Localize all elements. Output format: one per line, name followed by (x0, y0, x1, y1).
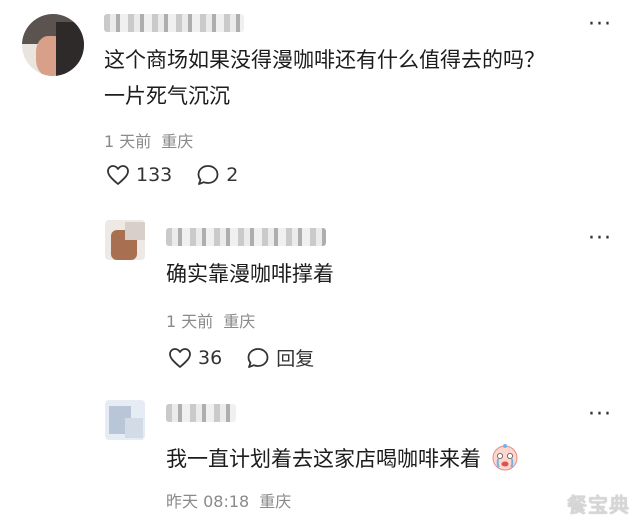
like-count: 36 (198, 346, 223, 369)
like-button[interactable]: 36 (168, 347, 222, 369)
comment-1: ··· 这个商场如果没得漫咖啡还有什么值得去的吗？ 一片死气沉沉 1 天前 重庆 … (0, 0, 640, 200)
username-blurred[interactable] (166, 228, 326, 246)
comment-2: ··· 确实靠漫咖啡撑着 1 天前 重庆 36 回复 (0, 200, 640, 380)
avatar[interactable] (22, 14, 84, 76)
comment-actions: 133 2 (106, 164, 262, 186)
more-options-button[interactable]: ··· (588, 404, 612, 426)
comment-time: 1 天前 (166, 312, 214, 331)
comment-time: 昨天 08:18 (166, 492, 250, 511)
comment-location: 重庆 (161, 132, 194, 151)
avatar[interactable] (105, 400, 145, 440)
comment-text-line-1: 我一直计划着去这家店喝咖啡来着 (166, 442, 520, 475)
like-button[interactable]: 133 (106, 164, 172, 186)
comment-text-line-1: 这个商场如果没得漫咖啡还有什么值得去的吗？ (104, 48, 545, 72)
comment-location: 重庆 (259, 492, 292, 511)
comment-bubble-icon (197, 165, 219, 185)
comment-text: 我一直计划着去这家店喝咖啡来着 (166, 447, 481, 471)
comment-meta: 昨天 08:18 重庆 (166, 488, 291, 512)
comment-text-line-1: 确实靠漫咖啡撑着 (166, 262, 334, 286)
comment-bubble-icon (247, 347, 269, 368)
comment-3: ··· 我一直计划着去这家店喝咖啡来着 昨天 08:18 重庆 (0, 380, 640, 526)
more-options-button[interactable]: ··· (588, 228, 612, 250)
watermark: 餐宝典 (567, 493, 630, 517)
comment-time: 1 天前 (104, 132, 152, 151)
comment-meta: 1 天前 重庆 (166, 308, 255, 332)
heart-icon (169, 347, 191, 368)
comment-text-line-2: 一片死气沉沉 (104, 84, 230, 108)
comment-meta: 1 天前 重庆 (104, 128, 193, 152)
crying-face-icon (492, 444, 518, 471)
reply-count: 2 (226, 164, 239, 186)
username-blurred[interactable] (104, 14, 244, 32)
like-count: 133 (136, 164, 173, 186)
heart-icon (107, 165, 129, 185)
reply-label: 回复 (276, 348, 315, 370)
avatar[interactable] (105, 220, 145, 260)
username-blurred[interactable] (166, 404, 236, 422)
comment-actions: 36 回复 (168, 344, 338, 371)
reply-button[interactable]: 回复 (246, 344, 314, 371)
comment-location: 重庆 (223, 312, 256, 331)
more-options-button[interactable]: ··· (588, 14, 612, 36)
reply-count-button[interactable]: 2 (196, 164, 238, 186)
